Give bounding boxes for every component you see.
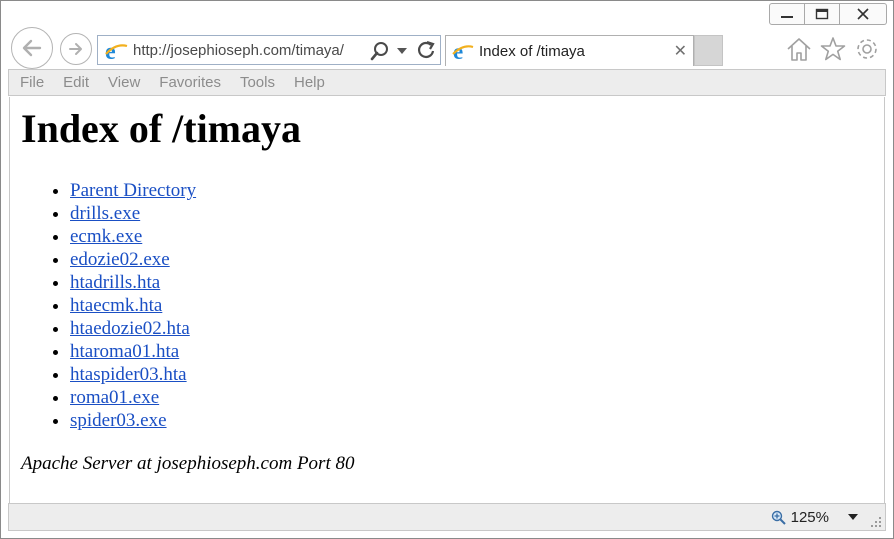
navigation-bar: e http://josephioseph.com/timaya/ e Inde… — [1, 27, 893, 69]
resize-grip-icon[interactable] — [870, 516, 882, 528]
svg-text:e: e — [453, 40, 463, 62]
link-file[interactable]: roma01.exe — [70, 387, 159, 408]
menu-favorites[interactable]: Favorites — [159, 74, 221, 91]
restore-button[interactable] — [805, 3, 840, 25]
menu-file[interactable]: File — [20, 74, 44, 91]
menu-bar: File Edit View Favorites Tools Help — [8, 69, 886, 96]
link-file[interactable]: htaedozie02.hta — [70, 318, 190, 339]
home-icon[interactable] — [785, 35, 813, 63]
list-item: htaedozie02.hta — [70, 317, 196, 340]
page-content: Index of /timaya Parent Directory drills… — [9, 97, 885, 503]
new-tab-button[interactable] — [694, 35, 723, 66]
search-icon[interactable] — [370, 41, 390, 61]
address-url[interactable]: http://josephioseph.com/timaya/ — [133, 42, 344, 59]
link-file[interactable]: spider03.exe — [70, 410, 167, 431]
link-file[interactable]: drills.exe — [70, 203, 140, 224]
refresh-icon[interactable] — [416, 40, 436, 60]
zoom-level: 125% — [790, 509, 829, 526]
link-file[interactable]: htaspider03.hta — [70, 364, 187, 385]
zoom-control[interactable]: 125% — [771, 509, 829, 526]
menu-view[interactable]: View — [108, 74, 140, 91]
status-bar: 125% — [8, 503, 886, 531]
chevron-down-icon[interactable] — [397, 47, 407, 55]
list-item: htaecmk.hta — [70, 294, 196, 317]
menu-tools[interactable]: Tools — [240, 74, 275, 91]
browser-window: e http://josephioseph.com/timaya/ e Inde… — [0, 0, 894, 539]
page-title: Index of /timaya — [21, 106, 301, 151]
list-item: htaspider03.hta — [70, 363, 196, 386]
server-signature: Apache Server at josephioseph.com Port 8… — [21, 453, 355, 474]
list-item: htadrills.hta — [70, 271, 196, 294]
link-file[interactable]: htadrills.hta — [70, 272, 160, 293]
tab-active[interactable]: e Index of /timaya ✕ — [445, 35, 694, 66]
close-button[interactable] — [840, 3, 887, 25]
list-item: Parent Directory — [70, 179, 196, 202]
link-parent-directory[interactable]: Parent Directory — [70, 180, 196, 201]
link-file[interactable]: htaecmk.hta — [70, 295, 162, 316]
list-item: edozie02.exe — [70, 248, 196, 271]
file-listing: Parent Directory drills.exe ecmk.exe edo… — [30, 179, 196, 432]
forward-button[interactable] — [60, 33, 92, 65]
list-item: roma01.exe — [70, 386, 196, 409]
chevron-down-icon[interactable] — [848, 514, 858, 521]
tab-title: Index of /timaya — [479, 43, 585, 60]
zoom-icon — [771, 510, 786, 525]
list-item: spider03.exe — [70, 409, 196, 432]
address-bar[interactable]: e http://josephioseph.com/timaya/ — [97, 35, 441, 65]
forward-icon — [69, 43, 82, 55]
toolbar-icons — [785, 35, 881, 63]
favorites-star-icon[interactable] — [819, 35, 847, 63]
link-file[interactable]: htaroma01.hta — [70, 341, 179, 362]
link-file[interactable]: ecmk.exe — [70, 226, 142, 247]
list-item: htaroma01.hta — [70, 340, 196, 363]
link-file[interactable]: edozie02.exe — [70, 249, 170, 270]
minimize-button[interactable] — [769, 3, 805, 25]
menu-help[interactable]: Help — [294, 74, 325, 91]
settings-gear-icon[interactable] — [853, 35, 881, 63]
back-button[interactable] — [11, 27, 53, 69]
ie-logo-icon: e — [452, 40, 474, 62]
back-icon — [22, 39, 42, 57]
list-item: drills.exe — [70, 202, 196, 225]
caption-buttons — [769, 3, 887, 25]
menu-edit[interactable]: Edit — [63, 74, 89, 91]
list-item: ecmk.exe — [70, 225, 196, 248]
tab-close-button[interactable]: ✕ — [674, 41, 687, 61]
ie-logo-icon: e — [105, 39, 128, 63]
